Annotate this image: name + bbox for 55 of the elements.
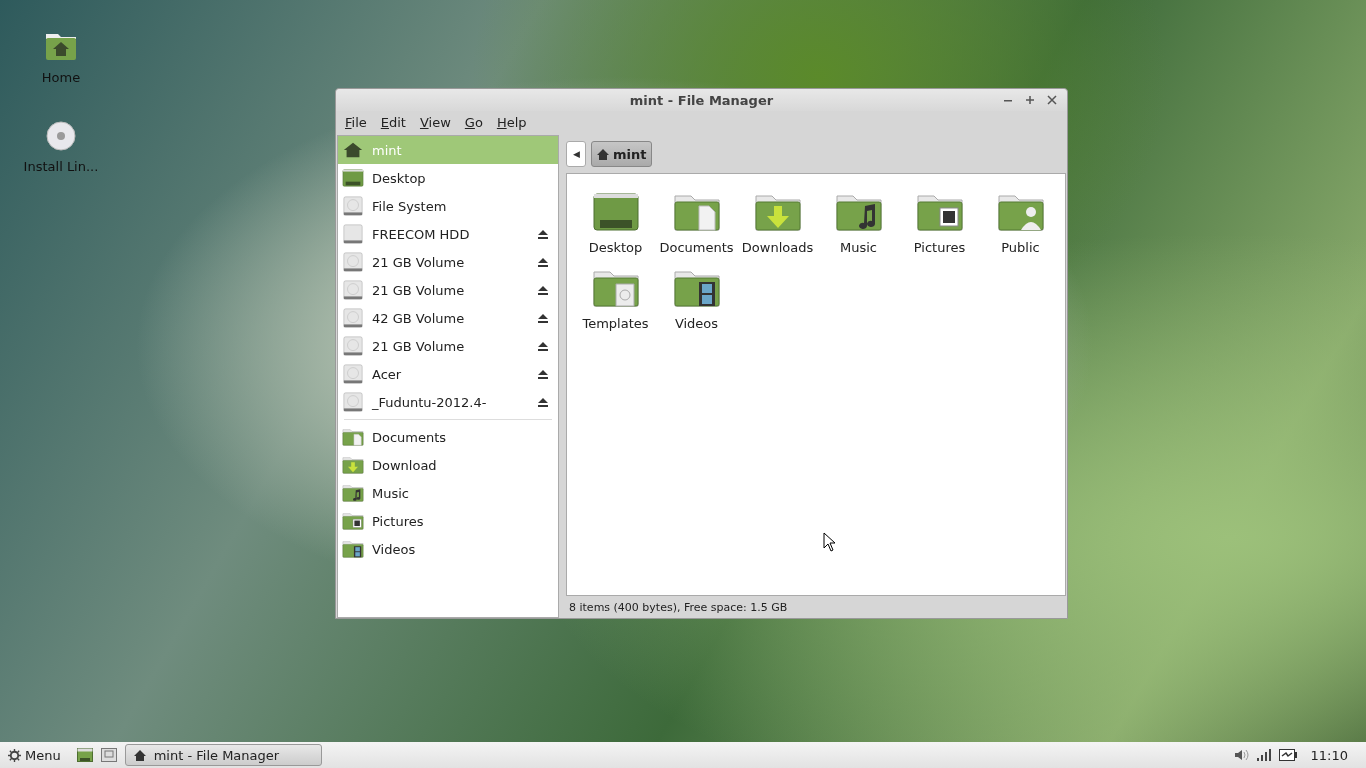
window-title: mint - File Manager: [629, 92, 774, 108]
status-text: 8 items (400 bytes), Free space: 1.5 GB: [568, 599, 789, 616]
sidebar-item[interactable]: Acer: [338, 360, 558, 388]
back-button[interactable]: ◀: [566, 141, 586, 167]
clock: 11:10: [1310, 747, 1348, 763]
home-folder-icon[interactable]: [44, 32, 78, 62]
sidebar-item[interactable]: 21 GB Volume: [338, 332, 558, 360]
sidebar-item[interactable]: 21 GB Volume: [338, 276, 558, 304]
menu-item[interactable]: Go: [464, 114, 483, 130]
eject-icon[interactable]: [538, 229, 548, 239]
sidebar-item[interactable]: 21 GB Volume: [338, 248, 558, 276]
file-label[interactable]: Pictures: [913, 240, 966, 255]
eject-icon[interactable]: [538, 341, 548, 351]
home-icon: [133, 749, 146, 761]
menu-button[interactable]: Menu: [8, 747, 61, 763]
sidebar-item[interactable]: FREECOM HDD: [338, 220, 558, 248]
file-label[interactable]: Desktop: [588, 240, 643, 255]
sidebar-item[interactable]: Pictures: [338, 507, 558, 535]
file-label[interactable]: Downloads: [741, 240, 814, 255]
menu-item[interactable]: View: [419, 114, 451, 130]
desktop-icon[interactable]: [76, 748, 93, 762]
file-label[interactable]: Music: [840, 240, 877, 255]
signal-icon[interactable]: [1256, 749, 1271, 761]
sidebar-item[interactable]: Download: [338, 451, 558, 479]
sidebar-item[interactable]: Documents: [338, 423, 558, 451]
disc-icon[interactable]: [46, 121, 76, 151]
menu-item[interactable]: Edit: [380, 114, 406, 130]
desktop-icon: [342, 167, 364, 189]
window-icon[interactable]: [100, 748, 117, 762]
sidebar-item[interactable]: Music: [338, 479, 558, 507]
file-label[interactable]: Templates: [582, 316, 649, 331]
maximize-icon[interactable]: [1025, 95, 1035, 105]
file-label[interactable]: Documents: [659, 240, 734, 255]
eject-icon[interactable]: [538, 313, 548, 323]
sidebar-item[interactable]: _Fuduntu-2012.4-: [338, 388, 558, 416]
battery-icon[interactable]: [1278, 749, 1297, 761]
eject-icon[interactable]: [538, 285, 548, 295]
sidebar-item[interactable]: Desktop: [338, 164, 558, 192]
volume-icon[interactable]: [1234, 749, 1249, 761]
eject-icon[interactable]: [538, 369, 548, 379]
menu-item[interactable]: File: [345, 114, 367, 130]
sidebar-item[interactable]: File System: [338, 192, 558, 220]
eject-icon[interactable]: [538, 257, 548, 267]
eject-icon[interactable]: [538, 397, 548, 407]
file-label[interactable]: Public: [1001, 240, 1040, 255]
path-button[interactable]: mint: [591, 141, 653, 167]
home-icon: [597, 148, 609, 160]
menu-item[interactable]: Help: [496, 114, 527, 130]
taskbar-window-button[interactable]: mint - File Manager: [124, 744, 322, 766]
sidebar-item[interactable]: 42 GB Volume: [338, 304, 558, 332]
close-icon[interactable]: [1047, 95, 1057, 105]
settings-icon: [8, 748, 21, 762]
sidebar-item[interactable]: Videos: [338, 535, 558, 563]
mouse-pointer-icon: [823, 532, 837, 552]
file-label[interactable]: Videos: [674, 316, 719, 331]
